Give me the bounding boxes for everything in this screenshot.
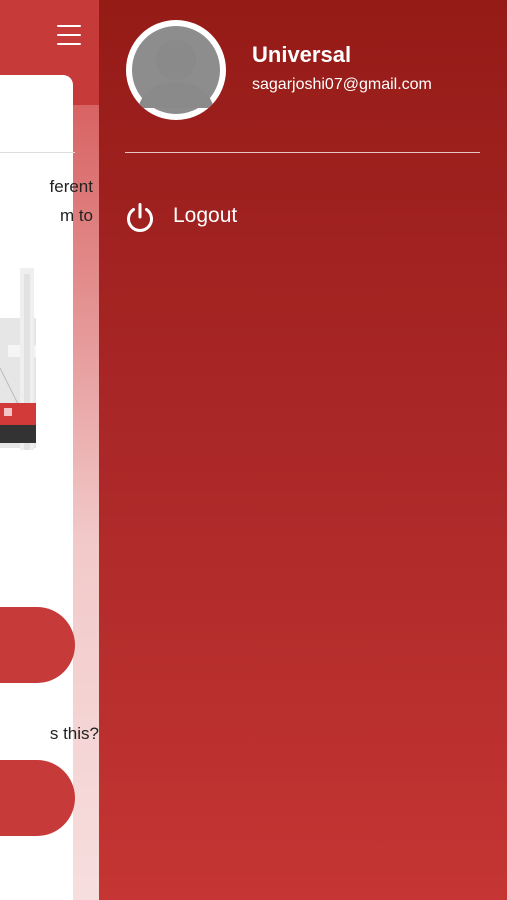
drawer-divider	[125, 152, 480, 153]
logout-menu-item[interactable]: Logout	[124, 200, 324, 234]
card-text-line-1: ferent	[49, 177, 93, 196]
logout-label: Logout	[173, 204, 238, 227]
user-name: Universal	[252, 42, 352, 67]
card-question-text: s this?	[49, 724, 99, 743]
primary-action-button[interactable]	[0, 607, 75, 683]
secondary-action-button[interactable]	[0, 760, 75, 836]
underlying-screen: ferent m to s this?	[0, 0, 99, 900]
navigation-drawer: Universal sagarjoshi07@gmail.com Logout	[99, 0, 507, 900]
avatar[interactable]	[126, 20, 226, 120]
hamburger-menu-icon[interactable]	[57, 25, 81, 47]
user-avatar-icon	[132, 26, 220, 114]
user-email: sagarjoshi07@gmail.com	[252, 76, 432, 93]
card-text-line-2: m to	[59, 206, 93, 225]
card-divider	[0, 152, 75, 153]
power-icon	[127, 203, 153, 232]
crane-image	[0, 268, 36, 450]
